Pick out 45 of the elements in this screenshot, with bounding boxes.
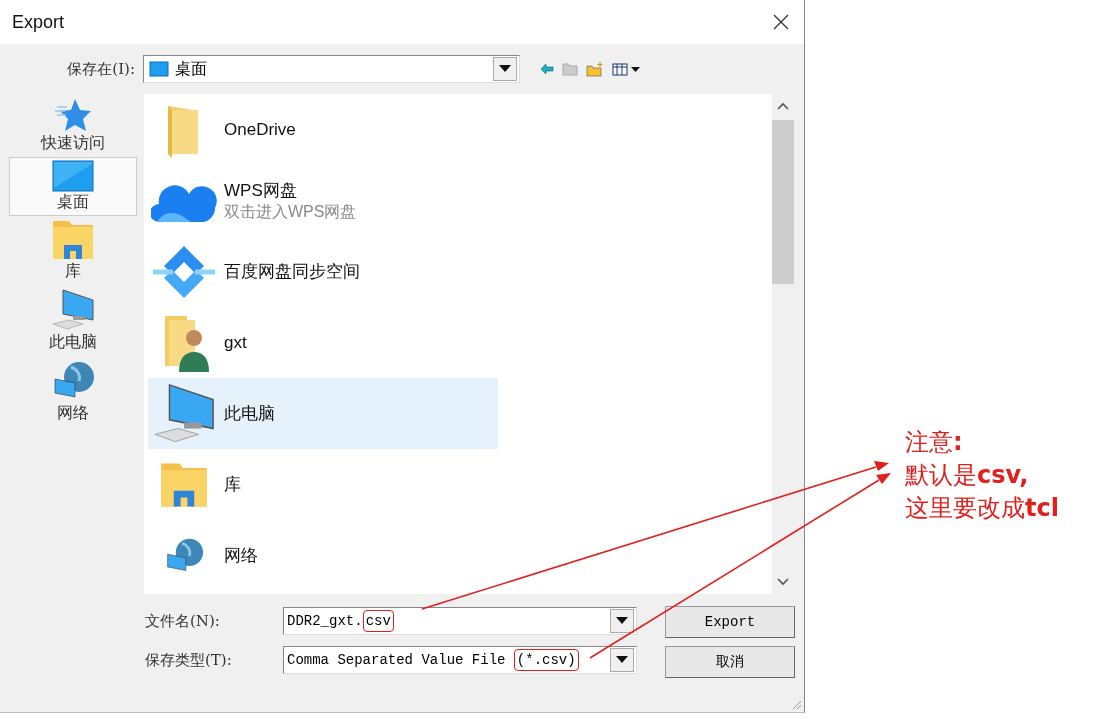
places-item[interactable]: 快速访问 xyxy=(9,94,137,157)
file-type-label: 保存类型(T): xyxy=(144,650,233,670)
close-icon xyxy=(772,13,790,31)
file-item[interactable]: gxt xyxy=(148,307,498,378)
star-icon xyxy=(53,97,93,133)
file-item[interactable]: 百度网盘同步空间 xyxy=(148,236,498,307)
save-in-dropdown[interactable]: 桌面 xyxy=(143,55,520,83)
file-name: WPS网盘 xyxy=(224,179,298,202)
dropdown-arrow-icon[interactable] xyxy=(499,65,511,73)
places-item[interactable]: 桌面 xyxy=(9,157,137,216)
desktop-icon xyxy=(149,61,169,77)
file-item[interactable]: WPS网盘 双击进入WPS网盘 xyxy=(148,165,498,236)
file-item[interactable]: OneDrive xyxy=(148,94,498,165)
file-item[interactable]: 此电脑 xyxy=(148,378,498,449)
places-item[interactable]: 此电脑 xyxy=(9,285,137,356)
file-name: 库 xyxy=(224,474,241,496)
cancel-button[interactable]: 取消 xyxy=(665,646,795,678)
file-name: 百度网盘同步空间 xyxy=(224,261,360,283)
filename-field[interactable]: DDR2_gxt. csv xyxy=(283,607,637,635)
dropdown-arrow-icon[interactable] xyxy=(616,656,628,664)
sync-drive-icon xyxy=(151,243,217,300)
back-arrow-icon[interactable] xyxy=(540,63,554,75)
file-subtitle: 双击进入WPS网盘 xyxy=(224,201,357,222)
window-title: Export xyxy=(12,11,65,33)
save-in-label: 保存在(I): xyxy=(66,59,136,79)
annotation-note: 注意: 默认是csv, 这里要改成tcl xyxy=(905,427,1059,524)
resize-grip-icon[interactable] xyxy=(790,698,802,710)
file-name: OneDrive xyxy=(224,119,296,140)
places-item[interactable]: 库 xyxy=(9,216,137,285)
view-menu-icon[interactable] xyxy=(612,62,642,76)
dropdown-arrow-icon[interactable] xyxy=(616,617,628,625)
file-item[interactable]: 库 xyxy=(148,449,498,520)
places-item[interactable]: 网络 xyxy=(9,356,137,427)
file-item[interactable]: 网络 xyxy=(148,520,498,591)
scroll-up-icon[interactable] xyxy=(777,102,789,110)
file-name: 网络 xyxy=(224,545,258,567)
filename-label: 文件名(N): xyxy=(144,611,221,631)
scroll-down-icon[interactable] xyxy=(777,578,789,586)
desktop-icon xyxy=(52,160,94,192)
file-type-dropdown[interactable]: Comma Separated Value File (*.csv) xyxy=(283,646,637,674)
computer-icon xyxy=(51,288,95,332)
file-name: 此电脑 xyxy=(224,403,275,425)
library-icon xyxy=(51,219,95,261)
export-button[interactable]: Export xyxy=(665,606,795,638)
file-name: gxt xyxy=(224,332,247,353)
